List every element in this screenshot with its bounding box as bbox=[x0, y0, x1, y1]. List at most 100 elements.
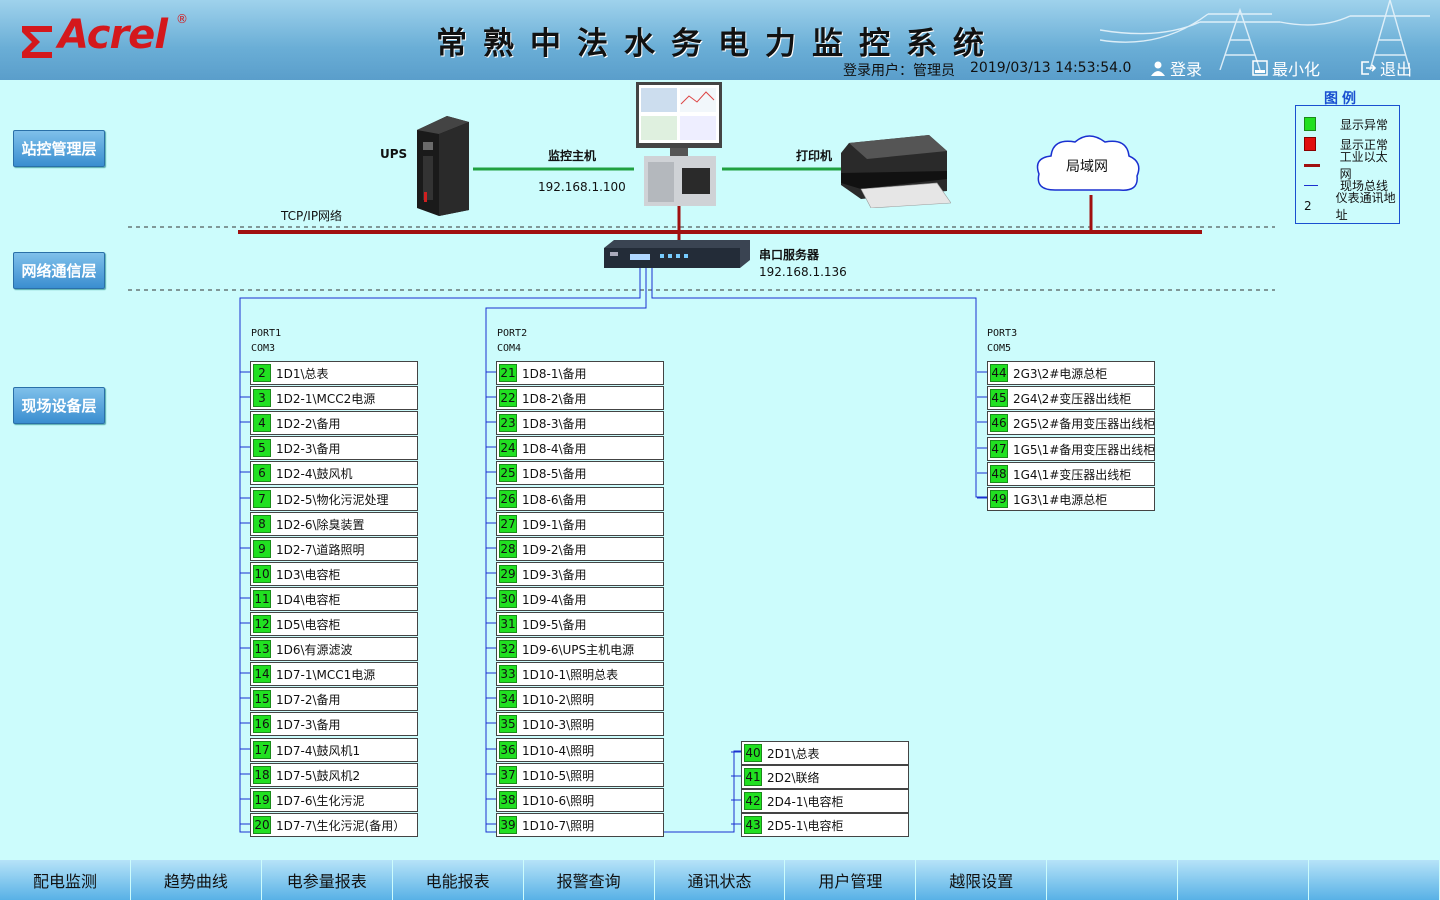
device-name: 1D8-2\备用 bbox=[522, 392, 587, 406]
device-row[interactable]: 14 1D7-1\MCC1电源 bbox=[250, 662, 418, 686]
device-row[interactable]: 23 1D8-3\备用 bbox=[496, 411, 664, 435]
device-name: 1D1\总表 bbox=[276, 367, 329, 381]
nav-button[interactable] bbox=[1047, 860, 1178, 900]
device-name: 1D10-6\照明 bbox=[522, 794, 595, 808]
device-name: 2D2\联络 bbox=[767, 771, 820, 785]
device-row[interactable]: 15 1D7-2\备用 bbox=[250, 687, 418, 711]
legend-abnormal-label: 显示异常 bbox=[1340, 117, 1389, 132]
device-row[interactable]: 45 2G4\2#变压器出线柜 bbox=[987, 386, 1155, 410]
device-row[interactable]: 27 1D9-1\备用 bbox=[496, 512, 664, 536]
serial-server-icon[interactable] bbox=[604, 240, 750, 268]
device-name: 2D5-1\电容柜 bbox=[767, 819, 844, 833]
device-address: 14 bbox=[253, 665, 271, 683]
device-row[interactable]: 12 1D5\电容柜 bbox=[250, 612, 418, 636]
device-address: 38 bbox=[499, 791, 517, 809]
device-row[interactable]: 2 1D1\总表 bbox=[250, 361, 418, 385]
device-name: 1D2-5\物化污泥处理 bbox=[276, 493, 389, 507]
port3-label: PORT3 COM5 bbox=[987, 326, 1017, 356]
device-row[interactable]: 49 1G3\1#电源总柜 bbox=[987, 487, 1155, 511]
device-name: 1G3\1#电源总柜 bbox=[1013, 493, 1108, 507]
printer-icon[interactable] bbox=[841, 133, 951, 208]
device-row[interactable]: 30 1D9-4\备用 bbox=[496, 587, 664, 611]
device-row[interactable]: 42 2D4-1\电容柜 bbox=[741, 789, 909, 813]
port1-label: PORT1 COM3 bbox=[251, 326, 281, 356]
nav-button[interactable]: 趋势曲线 bbox=[130, 860, 261, 900]
nav-button[interactable]: 电能报表 bbox=[392, 860, 523, 900]
device-row[interactable]: 38 1D10-6\照明 bbox=[496, 788, 664, 812]
device-address: 44 bbox=[990, 364, 1008, 382]
device-address: 34 bbox=[499, 690, 517, 708]
device-row[interactable]: 35 1D10-3\照明 bbox=[496, 712, 664, 736]
device-row[interactable]: 31 1D9-5\备用 bbox=[496, 612, 664, 636]
bottom-nav: 配电监测 趋势曲线 电参量报表 电能报表 报警查询 通讯状态 用户管理 越限设置 bbox=[0, 860, 1440, 900]
device-name: 1D10-1\照明总表 bbox=[522, 668, 619, 682]
nav-button[interactable]: 越限设置 bbox=[916, 860, 1047, 900]
layer-station-management[interactable]: 站控管理层 bbox=[13, 130, 105, 167]
device-row[interactable]: 20 1D7-7\生化污泥(备用） bbox=[250, 813, 418, 837]
device-row[interactable]: 33 1D10-1\照明总表 bbox=[496, 662, 664, 686]
device-row[interactable]: 21 1D8-1\备用 bbox=[496, 361, 664, 385]
device-row[interactable]: 5 1D2-3\备用 bbox=[250, 436, 418, 460]
device-row[interactable]: 6 1D2-4\鼓风机 bbox=[250, 461, 418, 485]
device-row[interactable]: 3 1D2-1\MCC2电源 bbox=[250, 386, 418, 410]
device-row[interactable]: 25 1D8-5\备用 bbox=[496, 461, 664, 485]
device-row[interactable]: 26 1D8-6\备用 bbox=[496, 487, 664, 511]
nav-button[interactable]: 报警查询 bbox=[523, 860, 654, 900]
device-row[interactable]: 28 1D9-2\备用 bbox=[496, 537, 664, 561]
device-row[interactable]: 8 1D2-6\除臭装置 bbox=[250, 512, 418, 536]
nav-button[interactable]: 通讯状态 bbox=[654, 860, 785, 900]
device-row[interactable]: 39 1D10-7\照明 bbox=[496, 813, 664, 837]
device-name: 1D9-2\备用 bbox=[522, 543, 587, 557]
device-name: 1D7-1\MCC1电源 bbox=[276, 668, 376, 682]
device-name: 1D9-5\备用 bbox=[522, 618, 587, 632]
nav-button[interactable] bbox=[1178, 860, 1309, 900]
device-name: 1D2-7\道路照明 bbox=[276, 543, 365, 557]
device-row[interactable]: 9 1D2-7\道路照明 bbox=[250, 537, 418, 561]
device-name: 2G5\2#备用变压器出线柜 bbox=[1013, 417, 1156, 431]
monitoring-host-icon[interactable] bbox=[634, 82, 724, 206]
device-row[interactable]: 41 2D2\联络 bbox=[741, 765, 909, 789]
serial-server-ip: 192.168.1.136 bbox=[759, 265, 847, 279]
device-name: 1G5\1#备用变压器出线柜 bbox=[1013, 443, 1156, 457]
device-row[interactable]: 13 1D6\有源滤波 bbox=[250, 637, 418, 661]
device-address: 49 bbox=[990, 490, 1008, 508]
device-address: 25 bbox=[499, 464, 517, 482]
device-name: 1D2-1\MCC2电源 bbox=[276, 392, 376, 406]
device-name: 1D8-6\备用 bbox=[522, 493, 587, 507]
device-name: 1D3\电容柜 bbox=[276, 568, 341, 582]
nav-button[interactable]: 配电监测 bbox=[0, 860, 130, 900]
device-row[interactable]: 32 1D9-6\UPS主机电源 bbox=[496, 637, 664, 661]
device-row[interactable]: 11 1D4\电容柜 bbox=[250, 587, 418, 611]
device-row[interactable]: 24 1D8-4\备用 bbox=[496, 436, 664, 460]
nav-button[interactable] bbox=[1309, 860, 1439, 900]
device-row[interactable]: 22 1D8-2\备用 bbox=[496, 386, 664, 410]
device-row[interactable]: 29 1D9-3\备用 bbox=[496, 562, 664, 586]
layer-field-devices[interactable]: 现场设备层 bbox=[13, 387, 105, 424]
device-row[interactable]: 36 1D10-4\照明 bbox=[496, 738, 664, 762]
layer-network-communication[interactable]: 网络通信层 bbox=[13, 252, 105, 289]
device-row[interactable]: 10 1D3\电容柜 bbox=[250, 562, 418, 586]
device-row[interactable]: 37 1D10-5\照明 bbox=[496, 763, 664, 787]
device-address: 40 bbox=[744, 744, 762, 762]
device-row[interactable]: 40 2D1\总表 bbox=[741, 741, 909, 765]
device-row[interactable]: 34 1D10-2\照明 bbox=[496, 687, 664, 711]
device-address: 19 bbox=[253, 791, 271, 809]
device-row[interactable]: 18 1D7-5\鼓风机2 bbox=[250, 763, 418, 787]
device-name: 1D9-3\备用 bbox=[522, 568, 587, 582]
device-row[interactable]: 16 1D7-3\备用 bbox=[250, 712, 418, 736]
device-name: 1D7-3\备用 bbox=[276, 718, 341, 732]
device-row[interactable]: 43 2D5-1\电容柜 bbox=[741, 813, 909, 837]
device-name: 1D8-1\备用 bbox=[522, 367, 587, 381]
device-address: 6 bbox=[253, 464, 271, 482]
device-row[interactable]: 19 1D7-6\生化污泥 bbox=[250, 788, 418, 812]
device-row[interactable]: 44 2G3\2#电源总柜 bbox=[987, 361, 1155, 385]
nav-button[interactable]: 用户管理 bbox=[785, 860, 916, 900]
device-row[interactable]: 4 1D2-2\备用 bbox=[250, 411, 418, 435]
device-row[interactable]: 17 1D7-4\鼓风机1 bbox=[250, 738, 418, 762]
device-row[interactable]: 47 1G5\1#备用变压器出线柜 bbox=[987, 437, 1155, 461]
device-row[interactable]: 46 2G5\2#备用变压器出线柜 bbox=[987, 411, 1155, 435]
device-row[interactable]: 7 1D2-5\物化污泥处理 bbox=[250, 487, 418, 511]
nav-button[interactable]: 电参量报表 bbox=[261, 860, 392, 900]
device-row[interactable]: 48 1G4\1#变压器出线柜 bbox=[987, 462, 1155, 486]
device-address: 12 bbox=[253, 615, 271, 633]
